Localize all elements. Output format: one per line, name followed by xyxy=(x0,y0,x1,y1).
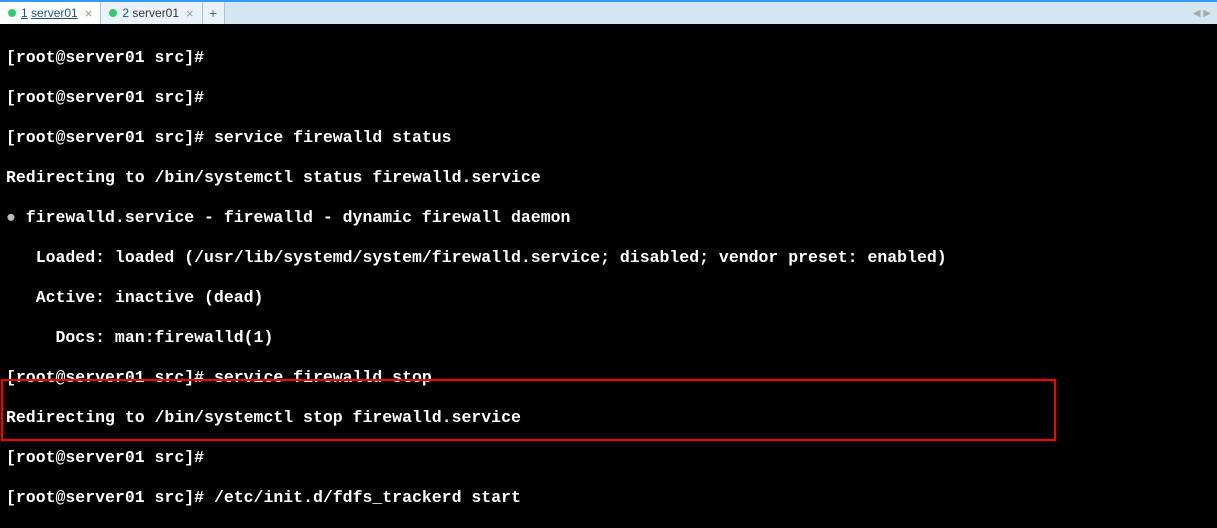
close-icon[interactable]: × xyxy=(85,6,93,21)
terminal-line: [root@server01 src]# /etc/init.d/fdfs_tr… xyxy=(6,488,1211,508)
terminal-line: [root@server01 src]# xyxy=(6,48,1211,68)
tab-title: server01 xyxy=(31,6,78,20)
terminal-output[interactable]: [root@server01 src]# [root@server01 src]… xyxy=(0,24,1217,528)
tab-2[interactable]: 2 server01 × xyxy=(101,2,202,24)
terminal-line: [root@server01 src]# xyxy=(6,448,1211,468)
status-dot-icon xyxy=(8,9,16,17)
terminal-line: [root@server01 src]# service firewalld s… xyxy=(6,368,1211,388)
tab-scroll-arrows[interactable]: ◀ ▶ xyxy=(1193,2,1217,24)
terminal-line: Loaded: loaded (/usr/lib/systemd/system/… xyxy=(6,248,1211,268)
add-tab-button[interactable]: + xyxy=(203,2,225,24)
bullet-icon: ● xyxy=(6,208,16,227)
terminal-line: Redirecting to /bin/systemctl stop firew… xyxy=(6,408,1211,428)
terminal-line: ● firewalld.service - firewalld - dynami… xyxy=(6,208,1211,228)
terminal-line: [root@server01 src]# xyxy=(6,88,1211,108)
terminal-line: [root@server01 src]# service firewalld s… xyxy=(6,128,1211,148)
status-dot-icon xyxy=(109,9,117,17)
tab-title: server01 xyxy=(132,6,179,20)
tab-number: 1 xyxy=(21,6,28,20)
terminal-line: Redirecting to /bin/systemctl status fir… xyxy=(6,168,1211,188)
terminal-line: Docs: man:firewalld(1) xyxy=(6,328,1211,348)
tab-number: 2 xyxy=(122,6,129,20)
tab-1[interactable]: 1 server01 × xyxy=(0,2,101,24)
tab-bar: 1 server01 × 2 server01 × + ◀ ▶ xyxy=(0,0,1217,24)
close-icon[interactable]: × xyxy=(186,6,194,21)
terminal-line: Active: inactive (dead) xyxy=(6,288,1211,308)
